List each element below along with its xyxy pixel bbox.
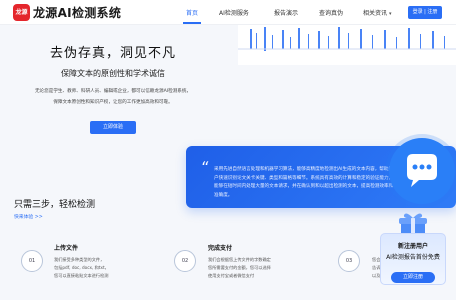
step-1-description: 我们接受多种类型的文件， 包括pdf, doc, docx, 和txt， 您可以…	[54, 256, 109, 280]
logo-icon[interactable]: 龙源	[13, 4, 30, 21]
hero-title: 去伪存真，洞见不凡	[49, 46, 176, 61]
try-experience-link[interactable]: 快来体验 >>	[14, 213, 43, 220]
hero-subtitle: 保障文本的原创性和学术诚信	[61, 69, 165, 78]
nav-active-indicator	[183, 22, 201, 24]
chat-support-button[interactable]	[389, 138, 455, 204]
hero-description-line1: 无论您是学生、教师、科研人员、编辑或企业，都可以信赖龙源AI检测系统，	[34, 89, 192, 94]
chat-bubble-icon	[407, 154, 437, 187]
nav-report-demo[interactable]: 报告演示	[274, 8, 298, 17]
detection-bars-illustration	[238, 25, 456, 65]
top-nav: 龙源 龙源AI检测系统 首页 AI检测服务 报告演示 查询真伪 相关资讯 ▾ 登录…	[0, 0, 456, 25]
step-3-number: 03	[338, 250, 360, 272]
nav-ai-detect[interactable]: AI检测服务	[219, 8, 249, 17]
step-1-number: 01	[21, 250, 43, 272]
step-1-desc-line: 您可以直接粘贴文本进行检测	[54, 273, 109, 278]
brand-name[interactable]: 龙源AI检测系统	[33, 4, 121, 21]
hero-description-line2: 保障文本原创性和知识产权，让您的工作更加高效和可靠。	[53, 100, 173, 105]
step-2-desc-line: 使用支付宝或者微信支付	[208, 273, 255, 278]
nav-news[interactable]: 相关资讯 ▾	[363, 8, 392, 17]
try-now-button[interactable]: 立即体验	[90, 121, 136, 134]
step-2-title: 完成支付	[208, 245, 233, 252]
step-1-desc-line: 包括pdf, doc, docx, 和txt，	[54, 265, 109, 270]
quote-icon: “	[201, 158, 210, 177]
step-2-number: 02	[174, 250, 196, 272]
promo-subtitle: AI检测报告首份免费	[386, 254, 440, 261]
promo-title: 新注册用户	[397, 243, 428, 250]
chevron-down-icon: ▾	[389, 11, 392, 17]
login-register-button[interactable]: 登录 | 注册	[408, 6, 442, 19]
nav-home[interactable]: 首页	[186, 8, 198, 17]
hero-illustration	[238, 25, 456, 145]
quote-text: 采用先进自然语言处理和机器学习算法，能够高精度地检测出AI生成的文本内容，帮助用…	[214, 167, 394, 198]
step-2-desc-line: 我们会根据您上传文件的字数确定	[208, 257, 271, 262]
steps-section-title: 只需三步，轻松检测	[14, 200, 96, 210]
step-2-desc-line: 您所需要支付的金额，您可以选择	[208, 265, 271, 270]
step-1-title: 上传文件	[54, 245, 79, 252]
nav-news-label: 相关资讯	[363, 10, 388, 17]
nav-verify[interactable]: 查询真伪	[319, 8, 343, 17]
step-2-description: 我们会根据您上传文件的字数确定 您所需要支付的金额，您可以选择 使用支付宝或者微…	[208, 256, 271, 280]
new-user-promo: 新注册用户 AI检测报告首份免费 立即注册	[374, 213, 456, 287]
register-now-button[interactable]: 立即注册	[391, 272, 435, 283]
step-1-desc-line: 我们接受多种类型的文件，	[54, 257, 105, 262]
